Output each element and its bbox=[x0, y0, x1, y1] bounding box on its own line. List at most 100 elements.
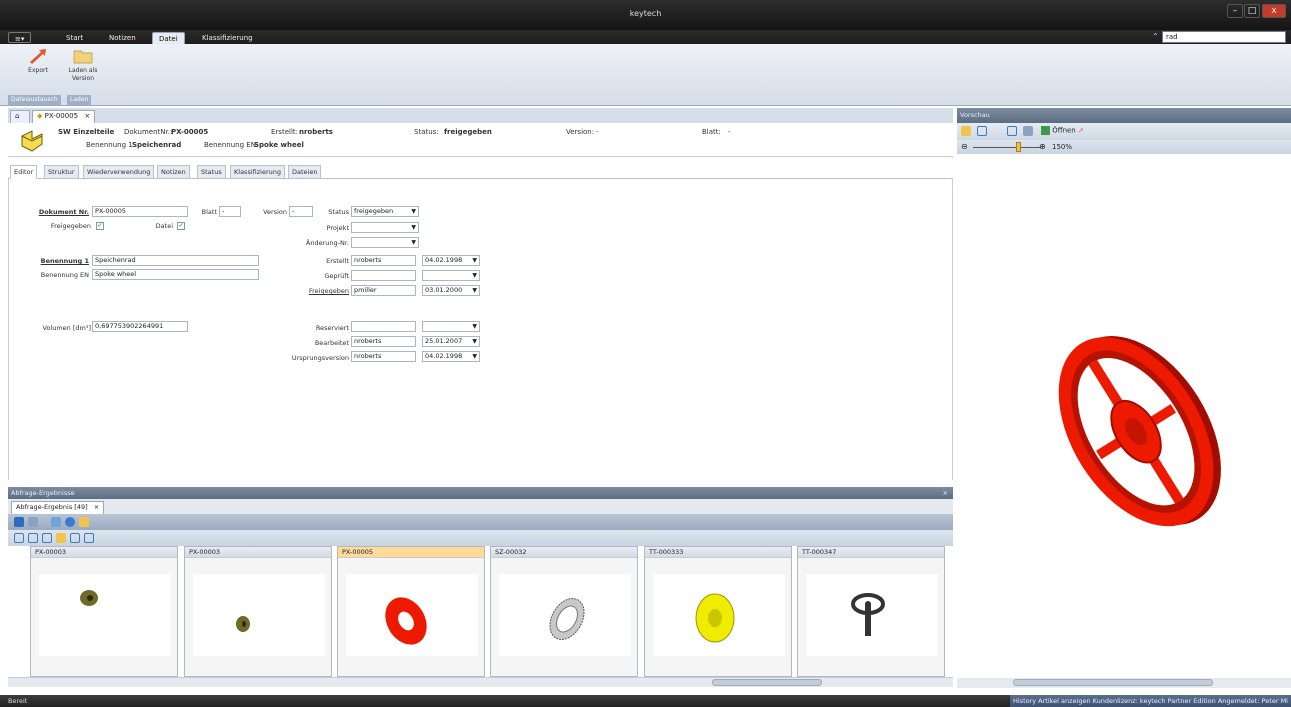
tab-struktur[interactable]: Struktur bbox=[44, 165, 79, 179]
result-card[interactable]: TT-000333 bbox=[644, 546, 792, 677]
tab-notizen[interactable]: Notizen bbox=[103, 32, 142, 44]
name1-field[interactable]: Speichenrad bbox=[92, 255, 259, 266]
header-name1-label: Benennung 1: bbox=[86, 141, 136, 149]
ursprung-user-field[interactable]: nroberts bbox=[351, 351, 416, 362]
display-mode-icon[interactable] bbox=[977, 126, 987, 136]
zoom-slider-thumb[interactable] bbox=[1016, 142, 1021, 152]
zoom-out-icon[interactable]: ⊖ bbox=[961, 142, 968, 151]
bearbeitet-user-field[interactable]: nroberts bbox=[351, 336, 416, 347]
search-input[interactable]: rad bbox=[1162, 31, 1286, 43]
image-icon[interactable] bbox=[79, 517, 89, 527]
freigegeben-date-picker[interactable]: 03.01.2000 ▼ bbox=[422, 285, 480, 296]
zoom-in-icon[interactable]: ⊕ bbox=[1039, 142, 1046, 151]
minimize-button[interactable]: – bbox=[1227, 4, 1243, 18]
version-field[interactable]: - bbox=[289, 206, 313, 217]
close-icon[interactable]: × bbox=[84, 112, 90, 120]
results-tabs: Abfrage-Ergebnis [49] × bbox=[8, 499, 953, 514]
maximize-button[interactable]: □ bbox=[1244, 4, 1260, 18]
tools-icon[interactable] bbox=[51, 517, 61, 527]
volumen-field[interactable]: 0,697753902264991 bbox=[92, 321, 188, 332]
part-icon: ◆ bbox=[37, 112, 43, 120]
thumbnail bbox=[39, 574, 171, 656]
view-chain-icon[interactable] bbox=[84, 533, 94, 543]
close-icon[interactable]: × bbox=[94, 503, 99, 511]
results-scrollbar[interactable] bbox=[8, 677, 953, 687]
erstellt-user-field[interactable]: nroberts bbox=[351, 255, 416, 266]
name-en-field[interactable]: Spoke wheel bbox=[92, 269, 259, 280]
part-thumbnail bbox=[385, 597, 427, 645]
status-select[interactable]: freigegeben ▼ bbox=[351, 206, 419, 217]
part-thumbnail bbox=[80, 590, 98, 606]
refresh-icon[interactable] bbox=[28, 517, 38, 527]
header-sheet: - bbox=[728, 128, 731, 136]
view-thumbnails-icon[interactable] bbox=[56, 533, 66, 543]
name-en-label: Benennung EN bbox=[40, 271, 89, 279]
zoom-slider[interactable] bbox=[973, 147, 1041, 148]
tab-datei[interactable]: Datei bbox=[152, 32, 185, 44]
name1-label: Benennung 1 bbox=[40, 257, 89, 265]
edit-icon[interactable] bbox=[1023, 126, 1033, 136]
geprueft-date-picker[interactable]: ▼ bbox=[422, 270, 480, 281]
header-docnr-label: DokumentNr.: bbox=[124, 128, 173, 136]
tab-wiederverwendung[interactable]: Wiederverwendung bbox=[83, 165, 155, 179]
split-view-icon[interactable] bbox=[1007, 126, 1017, 136]
scroll-thumb[interactable] bbox=[712, 679, 822, 686]
load-as-version-button[interactable]: Laden als Version bbox=[67, 47, 99, 83]
erstellt-label: Erstellt bbox=[326, 257, 349, 265]
freigegeben-by-label[interactable]: Freigegeben bbox=[299, 287, 349, 295]
result-card-selected[interactable]: PX-00005 bbox=[337, 546, 485, 677]
chevron-up-icon[interactable]: ⌃ bbox=[1152, 32, 1159, 41]
view-list-icon[interactable] bbox=[14, 533, 24, 543]
title-bar: keytech – □ x bbox=[0, 0, 1291, 30]
view-icon[interactable] bbox=[961, 126, 971, 136]
volumen-label: Volumen [dm³] bbox=[42, 324, 92, 332]
result-card[interactable]: TT-000347 bbox=[797, 546, 945, 677]
dropdown-arrow-icon: ▼ bbox=[472, 323, 477, 330]
erstellt-date-picker[interactable]: 04.02.1998 ▼ bbox=[422, 255, 480, 266]
freigegeben-user-field[interactable]: pmiller bbox=[351, 285, 416, 296]
close-button[interactable]: x bbox=[1262, 4, 1286, 18]
reserviert-user-field[interactable] bbox=[351, 321, 416, 332]
status-bar: Bereit History Artikel anzeigen Kundenli… bbox=[0, 695, 1291, 707]
tab-dateien[interactable]: Dateien bbox=[288, 165, 322, 179]
preview-scrollbar[interactable] bbox=[957, 678, 1291, 688]
result-card[interactable]: PX-00003 bbox=[184, 546, 332, 677]
projekt-select[interactable]: ▼ bbox=[351, 222, 419, 233]
app-title: keytech bbox=[629, 9, 662, 18]
ursprung-date-picker[interactable]: 04.02.1998 ▼ bbox=[422, 351, 480, 362]
tab-klassifizierung[interactable]: Klassifizierung bbox=[230, 165, 285, 179]
blatt-field[interactable]: - bbox=[219, 206, 241, 217]
result-card[interactable]: SZ-00032 bbox=[490, 546, 638, 677]
result-card[interactable]: PX-00003 bbox=[30, 546, 178, 677]
bearbeitet-date-picker[interactable]: 25.01.2007 ▼ bbox=[422, 336, 480, 347]
tab-start[interactable]: Start bbox=[60, 32, 89, 44]
close-icon[interactable]: × bbox=[943, 487, 948, 499]
view-tiles-icon[interactable] bbox=[42, 533, 52, 543]
datei-checkbox[interactable]: ✓ bbox=[177, 222, 185, 230]
view-icons-icon[interactable] bbox=[70, 533, 80, 543]
aenderung-select[interactable]: ▼ bbox=[351, 237, 419, 248]
reserviert-label: Reserviert bbox=[315, 324, 349, 332]
view-toolbar bbox=[8, 530, 953, 546]
preview-header: Vorschau bbox=[957, 108, 1291, 123]
app-menu-button[interactable]: ≡▾ bbox=[8, 32, 32, 43]
globe-icon[interactable] bbox=[14, 517, 24, 527]
tab-editor[interactable]: Editor bbox=[10, 165, 38, 179]
doc-type: SW Einzelteile bbox=[58, 128, 115, 136]
reserviert-date-picker[interactable]: ▼ bbox=[422, 321, 480, 332]
scroll-thumb[interactable] bbox=[1013, 679, 1213, 686]
docnr-field[interactable]: PX-00005 bbox=[92, 206, 188, 217]
geprueft-user-field[interactable] bbox=[351, 270, 416, 281]
tab-klassifizierung[interactable]: Klassifizierung bbox=[196, 32, 259, 44]
export-button[interactable]: Export bbox=[18, 47, 58, 75]
card-title: TT-000333 bbox=[645, 547, 791, 558]
tab-notizen[interactable]: Notizen bbox=[157, 165, 190, 179]
tab-status[interactable]: Status bbox=[197, 165, 226, 179]
doc-tab[interactable]: ◆ PX-00005 × bbox=[32, 110, 96, 123]
view-details-icon[interactable] bbox=[28, 533, 38, 543]
info-icon[interactable] bbox=[65, 517, 75, 527]
open-button[interactable]: Öffnen ➚ bbox=[1041, 126, 1084, 135]
home-tab[interactable]: ⌂ bbox=[10, 110, 30, 123]
freigegeben-checkbox[interactable]: ✓ bbox=[96, 222, 104, 230]
results-tab[interactable]: Abfrage-Ergebnis [49] × bbox=[11, 501, 105, 514]
